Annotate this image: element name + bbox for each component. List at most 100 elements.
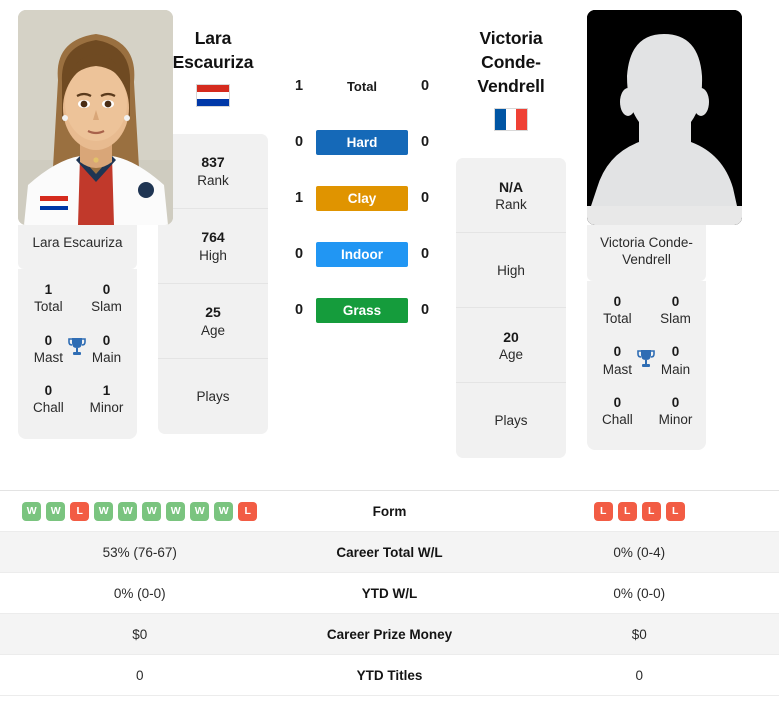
person-silhouette-icon — [587, 10, 742, 225]
right-masters-titles-value: 0 — [613, 344, 622, 360]
trophy-icon-glyph — [637, 350, 656, 368]
surface-total-left-score: 1 — [294, 78, 304, 94]
left-player-card: Lara Escauriza 1 Total 0 Slam 0 Mast 0 M… — [0, 0, 173, 490]
right-player-rank-stack: N/A Rank High 20 Age Plays — [456, 158, 566, 459]
surface-total-right-score: 0 — [420, 78, 430, 94]
left-challenger-titles-label: Chall — [33, 400, 64, 416]
left-form-strip: WWLWWWWWWL — [0, 501, 280, 521]
left-rank-label: Rank — [197, 172, 229, 188]
right-player-name-column: Victoria Conde- Vendrell N/A Rank High 2… — [453, 0, 569, 490]
right-main-titles-value: 0 — [671, 344, 680, 360]
row-label-career-prize: Career Prize Money — [326, 626, 453, 642]
left-player-photo — [18, 10, 173, 225]
left-player-flag-paraguay — [196, 84, 230, 108]
left-challenger-titles: 0 Chall — [30, 382, 67, 417]
right-form-badge-loss: L — [617, 501, 637, 521]
left-player-name-line1: Lara — [194, 28, 232, 48]
right-slam-titles: 0 Slam — [657, 293, 694, 328]
right-form-cell: LLLL — [500, 501, 779, 521]
surface-row-hard: 0 Hard 0 — [271, 114, 453, 170]
table-row-form: WWLWWWWWWL Form LLLL — [0, 491, 779, 532]
left-rank-cell: 837 Rank — [158, 134, 268, 210]
right-high-label: High — [497, 262, 525, 278]
left-minor-titles: 1 Minor — [88, 382, 125, 417]
surface-row-indoor: 0 Indoor 0 — [271, 226, 453, 282]
left-main-titles-label: Main — [91, 349, 122, 365]
left-challenger-titles-value: 0 — [44, 383, 53, 399]
left-main-titles: 0 Main — [88, 332, 125, 367]
surface-hard-label: Hard — [316, 129, 408, 155]
right-rank-cell: N/A Rank — [456, 158, 566, 234]
left-form-badge-win: W — [22, 501, 42, 521]
right-high-cell: High — [456, 233, 566, 309]
right-plays-cell: Plays — [456, 383, 566, 458]
left-form-badge-win: W — [190, 501, 210, 521]
right-plays-label: Plays — [494, 413, 528, 429]
trophy-icon — [67, 336, 88, 361]
right-masters-titles-label: Mast — [602, 361, 633, 377]
right-ytd-titles-value: 0 — [635, 667, 643, 683]
left-plays-label: Plays — [196, 389, 230, 404]
left-career-wl-value: 53% (76-67) — [102, 544, 177, 560]
right-titles-row-3: 0 Chall 0 Minor — [591, 386, 702, 437]
left-slam-titles-label: Slam — [91, 299, 122, 315]
left-total-titles-label: Total — [34, 299, 63, 315]
left-titles-row-2: 0 Mast 0 Main — [22, 324, 133, 375]
row-label-ytd-wl: YTD W/L — [361, 585, 418, 601]
right-rank-label: Rank — [495, 196, 527, 212]
right-minor-titles-label: Minor — [658, 412, 693, 428]
right-slam-titles-value: 0 — [671, 293, 680, 309]
left-ytd-wl-value: 0% (0-0) — [113, 585, 166, 601]
right-total-titles: 0 Total — [599, 293, 636, 328]
right-challenger-titles-label: Chall — [602, 412, 633, 428]
right-player-flag-france — [494, 108, 528, 132]
left-high-cell: 764 High — [158, 209, 268, 285]
left-player-titles-panel: 1 Total 0 Slam 0 Mast 0 Main 0 Chall 1 M… — [18, 269, 137, 439]
left-minor-titles-value: 1 — [102, 383, 111, 399]
right-main-titles: 0 Main — [657, 343, 694, 378]
right-player-name-line1: Victoria Conde- — [479, 28, 543, 73]
surface-grass-label: Grass — [316, 297, 408, 323]
surface-row-clay: 1 Clay 0 — [271, 170, 453, 226]
right-titles-row-1: 0 Total 0 Slam — [591, 285, 702, 336]
surface-indoor-label: Indoor — [316, 241, 408, 267]
left-form-badge-win: W — [166, 501, 186, 521]
left-form-cell: WWLWWWWWWL — [0, 501, 280, 521]
surface-clay-left-score: 1 — [294, 190, 304, 206]
right-challenger-titles-value: 0 — [613, 394, 622, 410]
right-player-photo — [587, 10, 742, 225]
surface-grass-left-score: 0 — [294, 302, 304, 318]
left-player-portrait-image — [18, 10, 173, 225]
table-row-career-wl: 53% (76-67) Career Total W/L 0% (0-4) — [0, 532, 779, 573]
left-form-badge-win: W — [118, 501, 138, 521]
table-row-ytd-wl: 0% (0-0) YTD W/L 0% (0-0) — [0, 573, 779, 614]
left-form-badge-win: W — [142, 501, 162, 521]
right-player-card: Victoria Conde-Vendrell 0 Total 0 Slam 0… — [569, 0, 742, 490]
row-label-ytd-titles: YTD Titles — [356, 667, 423, 683]
left-career-prize-value: $0 — [132, 626, 148, 642]
surface-titles-column: 1 Total 0 0 Hard 0 1 Clay 0 0 Indoor 0 0… — [271, 0, 453, 490]
left-player-name: Lara Escauriza — [173, 26, 254, 74]
left-masters-titles: 0 Mast — [30, 332, 67, 367]
surface-hard-left-score: 0 — [294, 134, 304, 150]
right-minor-titles-value: 0 — [671, 394, 680, 410]
row-label-form: Form — [372, 503, 407, 519]
right-age-value: 20 — [503, 328, 519, 345]
left-main-titles-value: 0 — [102, 332, 111, 348]
surface-row-grass: 0 Grass 0 — [271, 282, 453, 338]
trophy-icon — [636, 348, 657, 373]
right-form-badge-loss: L — [593, 501, 613, 521]
right-total-titles-value: 0 — [613, 293, 622, 309]
right-titles-row-2: 0 Mast 0 Main — [591, 335, 702, 386]
right-career-prize-value: $0 — [631, 626, 647, 642]
surface-clay-label: Clay — [316, 185, 408, 211]
right-form-badge-loss: L — [641, 501, 661, 521]
left-form-badge-loss: L — [70, 501, 90, 521]
right-form-badge-loss: L — [665, 501, 685, 521]
surface-total-label: Total — [346, 78, 378, 94]
left-age-label: Age — [200, 322, 226, 338]
left-age-cell: 25 Age — [158, 284, 268, 360]
left-ytd-titles-value: 0 — [135, 667, 144, 683]
right-main-titles-label: Main — [660, 361, 691, 377]
left-high-label: High — [199, 247, 227, 263]
